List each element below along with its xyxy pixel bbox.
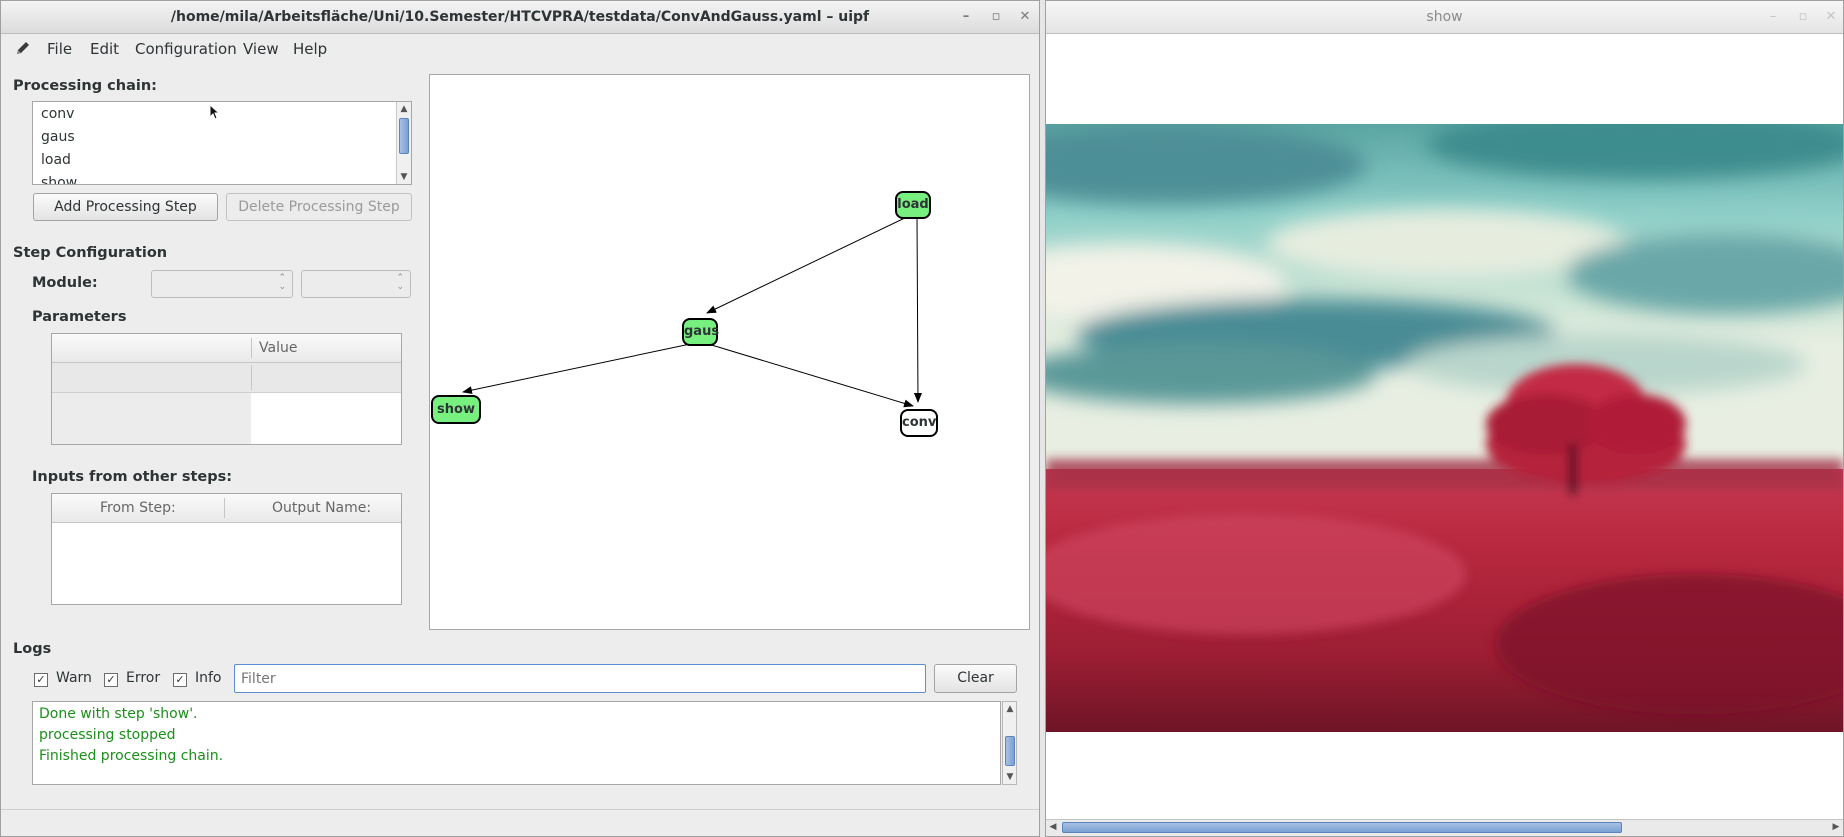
maximize-button[interactable]: ▫ [1794,8,1812,26]
list-item[interactable]: load [41,152,71,168]
scroll-left-icon[interactable]: ◀ [1046,822,1060,832]
graph-edge-gaus-conv [704,342,914,408]
close-button[interactable]: ✕ [1822,8,1840,26]
scroll-thumb[interactable] [1062,822,1622,833]
close-button[interactable]: ✕ [1016,8,1034,26]
menu-view[interactable]: View [243,34,279,64]
scroll-down-icon[interactable]: ▼ [397,170,411,184]
processing-chain-list[interactable]: conv gaus load show ▲ ▼ [32,101,412,185]
step-configuration-title: Step Configuration [13,245,168,261]
filter-input[interactable] [234,664,926,693]
scroll-right-icon[interactable]: ▶ [1829,822,1843,832]
list-item[interactable]: conv [41,106,74,122]
show-window-title: show [1426,9,1463,25]
check-icon: ✓ [34,673,48,687]
scroll-down-icon[interactable]: ▼ [1003,770,1017,784]
pencil-icon[interactable] [15,34,31,64]
delete-processing-step-button[interactable]: Delete Processing Step [226,193,412,221]
log-line: Done with step 'show'. [39,706,198,722]
menu-configuration[interactable]: Configuration [135,34,237,64]
menu-file[interactable]: File [47,34,72,64]
clear-button[interactable]: Clear [934,664,1017,693]
log-line: Finished processing chain. [39,748,224,764]
inputs-label: Inputs from other steps: [32,469,233,485]
table-row[interactable] [52,393,251,444]
maximize-button[interactable]: ▫ [987,8,1005,26]
inputs-table[interactable]: From Step: Output Name: [51,493,402,605]
graph-node-gaus[interactable]: gaus [682,318,719,346]
warn-checkbox[interactable]: ✓ Warn [34,670,92,687]
spin-arrows-icon: ⌃ ⌄ [396,273,404,292]
menu-help[interactable]: Help [293,34,327,64]
scroll-up-icon[interactable]: ▲ [397,102,411,116]
output-name-column[interactable]: Output Name: [272,500,371,516]
mouse-cursor-icon [209,104,221,120]
warn-label: Warn [56,670,92,686]
processing-chain-scrollbar[interactable]: ▲ ▼ [396,102,411,184]
menu-bar: File Edit Configuration View Help [1,34,1039,64]
log-scrollbar[interactable]: ▲ ▼ [1002,701,1017,785]
inputs-header: From Step: Output Name: [52,494,401,523]
displayed-image [1046,124,1843,732]
list-item[interactable]: show [41,175,77,184]
info-label: Info [195,670,222,686]
parameters-table[interactable]: Value [51,333,402,445]
error-label: Error [126,670,161,686]
module-label: Module: [32,275,98,291]
status-bar-divider [1,809,1039,810]
logs-title: Logs [13,641,52,657]
spin-arrows-icon: ⌃ ⌄ [278,273,286,292]
parameters-label: Parameters [32,309,127,325]
check-icon: ✓ [104,673,118,687]
error-checkbox[interactable]: ✓ Error [104,670,160,687]
graph-edges [462,214,922,408]
main-title-bar[interactable]: /home/mila/Arbeitsfläche/Uni/10.Semester… [1,1,1039,34]
table-row[interactable] [52,363,401,393]
parameters-header: Value [52,334,401,363]
graph-node-load[interactable]: load [895,191,931,219]
minimize-button[interactable]: – [957,8,975,26]
graph-edge-gaus-show [462,342,696,395]
log-output[interactable]: Done with step 'show'. processing stoppe… [32,701,1001,785]
graph-node-show[interactable]: show [431,395,481,424]
scroll-up-icon[interactable]: ▲ [1003,702,1017,716]
module-select[interactable]: ⌃ ⌄ [151,270,293,298]
scroll-thumb[interactable] [1005,736,1015,766]
info-checkbox[interactable]: ✓ Info [173,670,222,687]
processing-chain-label: Processing chain: [13,78,157,94]
graph-edge-load-gaus [706,214,912,314]
main-window: /home/mila/Arbeitsfläche/Uni/10.Semester… [0,0,1040,837]
menu-edit[interactable]: Edit [90,34,119,64]
submodule-select[interactable]: ⌃ ⌄ [301,270,411,298]
image-horizontal-scrollbar[interactable]: ◀ ▶ [1046,819,1843,836]
graph-view[interactable]: load gaus show conv [429,74,1030,630]
check-icon: ✓ [173,673,187,687]
add-processing-step-button[interactable]: Add Processing Step [33,193,218,221]
param-value-column[interactable]: Value [259,340,297,356]
minimize-button[interactable]: – [1764,8,1782,26]
window-title: /home/mila/Arbeitsfläche/Uni/10.Semester… [170,9,870,25]
graph-node-conv[interactable]: conv [900,409,938,437]
scroll-thumb[interactable] [399,118,409,154]
graph-edge-load-conv [913,216,922,403]
show-window: show – ▫ ✕ ◀ ▶ [1045,0,1844,837]
show-title-bar[interactable]: show – ▫ ✕ [1046,1,1843,34]
from-step-column[interactable]: From Step: [100,500,176,516]
log-line: processing stopped [39,727,176,743]
list-item[interactable]: gaus [41,129,75,145]
